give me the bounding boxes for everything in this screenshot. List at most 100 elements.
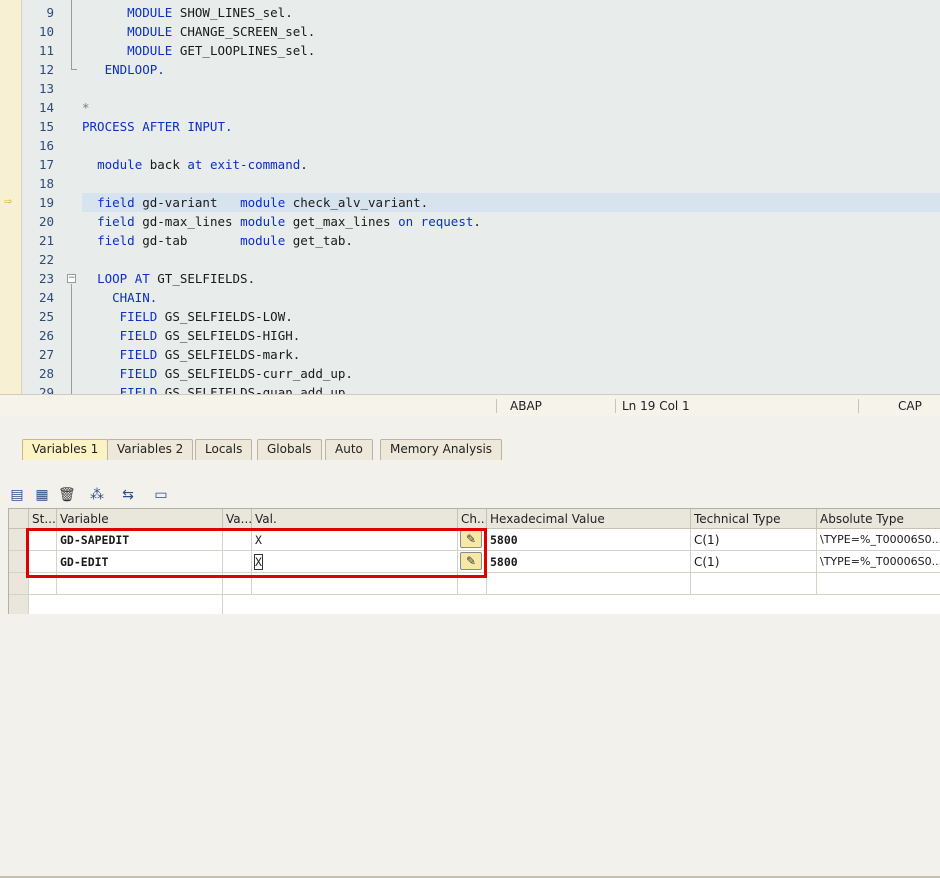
column-header-value-type[interactable]: Va... <box>223 509 252 529</box>
tree-icon[interactable]: ⁂ <box>89 487 105 503</box>
line-number: 21 <box>38 233 54 248</box>
code-token: get_max_lines <box>285 214 399 229</box>
tab-variables-2[interactable]: Variables 2 <box>107 439 194 460</box>
code-line[interactable]: 25 FIELD GS_SELFIELDS-LOW. <box>0 307 940 326</box>
line-number: 18 <box>38 176 54 191</box>
code-line[interactable]: 26 FIELD GS_SELFIELDS-HIGH. <box>0 326 940 345</box>
empty-cell[interactable] <box>57 595 223 614</box>
code-line[interactable]: 9 MODULE SHOW_LINES_sel. <box>0 3 940 22</box>
column-header-technical-type[interactable]: Technical Type <box>691 509 817 529</box>
code-token: . <box>473 214 481 229</box>
code-line[interactable]: 23 LOOP AT GT_SELFIELDS. <box>0 269 940 288</box>
code-token: field <box>97 233 135 248</box>
line-number: 22 <box>38 252 54 267</box>
tab-auto[interactable]: Auto <box>325 439 373 460</box>
code-line[interactable]: 21 field gd-tab module get_tab. <box>0 231 940 250</box>
delete-icon[interactable]: 🗑 <box>58 487 76 503</box>
tab-globals[interactable]: Globals <box>257 439 322 460</box>
details-icon[interactable]: ▦ <box>34 487 50 503</box>
row-selector[interactable] <box>9 595 29 614</box>
code-line[interactable]: 22 <box>0 250 940 269</box>
line-number: 10 <box>38 24 54 39</box>
fold-guide <box>71 0 72 69</box>
code-token: get_tab. <box>285 233 353 248</box>
line-number: 9 <box>46 5 54 20</box>
code-line[interactable]: ⇨ 19 field gd-variant module check_alv_va… <box>0 193 940 212</box>
code-text: LOOP AT GT_SELFIELDS. <box>82 269 255 288</box>
hex-value-cell: 5800 <box>487 529 691 551</box>
code-line[interactable]: 12 ENDLOOP. <box>0 60 940 79</box>
code-line[interactable]: 17 module back at exit-command. <box>0 155 940 174</box>
code-token: GS_SELFIELDS-mark. <box>157 347 301 362</box>
line-number: 20 <box>38 214 54 229</box>
code-line[interactable]: 28 FIELD GS_SELFIELDS-curr_add_up. <box>0 364 940 383</box>
column-header-status[interactable]: St... <box>29 509 57 529</box>
line-number: 16 <box>38 138 54 153</box>
code-editor[interactable]: 9 MODULE SHOW_LINES_sel. 10 MODULE CHANGE… <box>0 0 940 394</box>
code-token: MODULE <box>127 43 173 58</box>
code-token: on request <box>398 214 474 229</box>
line-number: 28 <box>38 366 54 381</box>
line-number: 14 <box>38 100 54 115</box>
code-token: module <box>240 195 286 210</box>
column-header-change[interactable]: Ch... <box>458 509 487 529</box>
fold-toggle-icon[interactable]: − <box>67 274 76 283</box>
absolute-type-cell: \TYPE=%_T00006S0... <box>817 551 940 573</box>
line-number: 11 <box>38 43 54 58</box>
code-token: module <box>240 214 286 229</box>
code-token: gd-max_lines <box>134 214 241 229</box>
navigate-icon[interactable]: ⇆ <box>120 487 136 503</box>
empty-cell <box>817 573 940 595</box>
code-line[interactable]: 20 field gd-max_lines module get_max_lin… <box>0 212 940 231</box>
code-token: GET_LOOPLINES_sel. <box>172 43 316 58</box>
code-line[interactable]: 29 FIELD GS_SELFIELDS-quan_add_up. <box>0 383 940 394</box>
code-token: SHOW_LINES_sel. <box>172 5 293 20</box>
code-token: module <box>97 157 143 172</box>
tab-variables-1[interactable]: Variables 1 <box>22 439 109 460</box>
column-header-value[interactable]: Val. <box>252 509 458 529</box>
column-header-absolute-type[interactable]: Absolute Type <box>817 509 940 529</box>
folder-icon[interactable]: ▭ <box>153 487 169 503</box>
row-selector-header[interactable] <box>9 509 29 529</box>
line-number: 12 <box>38 62 54 77</box>
code-token: GT_SELFIELDS. <box>149 271 256 286</box>
fold-guide <box>71 284 72 394</box>
code-line[interactable]: 11 MODULE GET_LOOPLINES_sel. <box>0 41 940 60</box>
code-line[interactable]: 24 CHAIN. <box>0 288 940 307</box>
code-token: GS_SELFIELDS-curr_add_up. <box>157 366 353 381</box>
column-header-variable[interactable]: Variable <box>57 509 223 529</box>
technical-type-cell: C(1) <box>691 529 817 551</box>
fold-guide-end <box>71 69 77 70</box>
code-line[interactable]: 15 PROCESS AFTER INPUT. <box>0 117 940 136</box>
code-line[interactable]: 27 FIELD GS_SELFIELDS-mark. <box>0 345 940 364</box>
code-text: ENDLOOP. <box>82 60 165 79</box>
code-token: at exit-command <box>187 157 301 172</box>
code-text: MODULE SHOW_LINES_sel. <box>82 3 293 22</box>
code-line[interactable]: 16 <box>0 136 940 155</box>
code-text: field gd-max_lines module get_max_lines … <box>82 212 481 231</box>
code-token: FIELD <box>119 328 158 343</box>
code-line[interactable]: 18 <box>0 174 940 193</box>
line-number: 23 <box>38 271 54 286</box>
line-number: 29 <box>38 385 54 394</box>
code-line[interactable]: 10 MODULE CHANGE_SCREEN_sel. <box>0 22 940 41</box>
tab-memory-analysis[interactable]: Memory Analysis <box>380 439 503 460</box>
table-view-icon[interactable]: ▤ <box>9 487 25 503</box>
variables-toolbar: ▤ ▦ 🗑 ⁂ ⇆ ▭ <box>0 462 940 508</box>
tab-locals[interactable]: Locals <box>195 439 253 460</box>
code-line[interactable]: 14 * <box>0 98 940 117</box>
code-token: LOOP AT <box>97 271 150 286</box>
variables-tabstrip: Variables 1 Variables 2 Locals Globals A… <box>0 416 940 878</box>
column-header-hex[interactable]: Hexadecimal Value <box>487 509 691 529</box>
code-line[interactable]: 13 <box>0 79 940 98</box>
line-number: 26 <box>38 328 54 343</box>
code-text: module back at exit-command. <box>82 155 308 174</box>
code-token: FIELD <box>119 309 158 324</box>
